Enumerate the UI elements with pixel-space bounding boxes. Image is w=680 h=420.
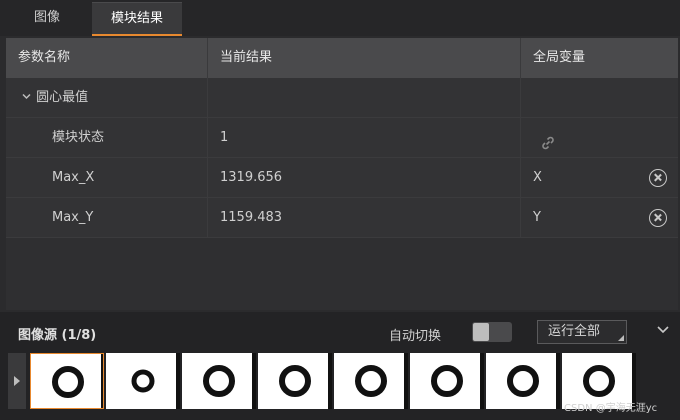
param-value: 1319.656: [208, 158, 521, 197]
table-row[interactable]: Max_Y 1159.483 Y: [6, 198, 678, 238]
tab-bar: 图像 模块结果: [0, 0, 680, 36]
auto-switch-toggle[interactable]: [472, 322, 512, 342]
tab-image[interactable]: 图像: [6, 2, 88, 36]
table-row[interactable]: Max_X 1319.656 X: [6, 158, 678, 198]
circle-x-icon[interactable]: [649, 209, 667, 227]
table-header: 参数名称 当前结果 全局变量: [6, 38, 678, 78]
thumbnail-edge: [556, 353, 560, 409]
param-name: Max_X: [6, 158, 208, 197]
run-all-label: 运行全部: [548, 324, 601, 339]
watermark: CSDN @宇海无涯yc: [564, 403, 658, 414]
thumbnail-edge: [480, 353, 484, 409]
column-header-param-name[interactable]: 参数名称: [6, 38, 208, 78]
thumbnail-image[interactable]: [30, 353, 104, 409]
dropdown-corner-icon: [618, 335, 624, 341]
table-row[interactable]: 模块状态 1: [6, 118, 678, 158]
circle-x-icon[interactable]: [649, 169, 667, 187]
param-value: 1: [208, 118, 521, 157]
thumbnail-edge: [252, 353, 256, 409]
param-name: 模块状态: [6, 118, 208, 157]
tab-module-result[interactable]: 模块结果: [92, 2, 182, 36]
param-value: 1159.483: [208, 198, 521, 237]
thumbnail-edge: [404, 353, 408, 409]
global-variable-name: X: [533, 170, 542, 185]
toggle-knob: [473, 323, 489, 341]
run-all-button[interactable]: 运行全部: [537, 320, 627, 344]
global-variable-cell[interactable]: Y: [521, 198, 678, 237]
chevron-down-icon[interactable]: [22, 79, 32, 118]
image-source-title: 图像源 (1/8): [18, 328, 97, 343]
thumbnail-prev-button[interactable]: [8, 353, 26, 409]
group-label: 圆心最值: [36, 90, 89, 105]
table-empty-area: [6, 238, 678, 310]
global-variable-name: Y: [533, 210, 541, 225]
column-header-current-result[interactable]: 当前结果: [208, 38, 521, 78]
global-variable-cell[interactable]: X: [521, 158, 678, 197]
thumbnail-image[interactable]: [258, 353, 332, 409]
thumbnail-edge: [101, 354, 103, 408]
column-header-global-variable[interactable]: 全局变量: [521, 38, 678, 78]
thumbnail-edge: [176, 353, 180, 409]
thumbnail-image[interactable]: [334, 353, 408, 409]
thumbnail-image[interactable]: [106, 353, 180, 409]
global-variable-cell[interactable]: [521, 118, 678, 157]
thumbnail-edge: [328, 353, 332, 409]
thumbnail-image[interactable]: [182, 353, 256, 409]
thumbnail-image[interactable]: [486, 353, 560, 409]
param-name: Max_Y: [6, 198, 208, 237]
thumbnail-image[interactable]: [410, 353, 484, 409]
auto-switch-label: 自动切换: [389, 329, 442, 344]
result-table: 参数名称 当前结果 全局变量 圆心最值 模块状态 1 Max_X 1319.65…: [6, 38, 678, 238]
table-row-group[interactable]: 圆心最值: [6, 78, 678, 118]
chevron-down-icon[interactable]: [656, 324, 670, 339]
